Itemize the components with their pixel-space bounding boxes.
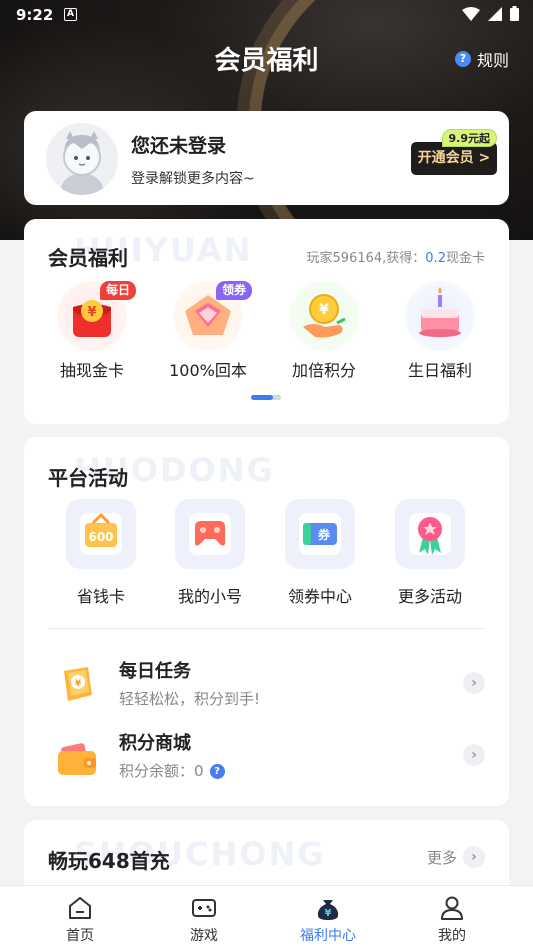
platform-item-more-activities[interactable]: 更多活动 [380,499,480,607]
benefit-tag: 每日 [99,281,136,300]
task-row-daily[interactable]: ¥ 每日任务 轻轻松松，积分到手! › [24,657,509,723]
login-subtitle: 登录解锁更多内容~ [131,171,255,187]
login-card[interactable]: 您还未登录 登录解锁更多内容~ 开通会员 > 9.9元起 [24,111,509,205]
tab-games[interactable]: 游戏 [154,886,254,949]
benefits-info: 玩家596164,获得：0.2现金卡 [307,247,485,266]
tab-welfare-center[interactable]: ¥ 福利中心 [278,886,378,949]
chevron-right-icon: › [463,846,485,868]
benefits-info-prefix: 玩家596164,获得： [306,251,426,266]
status-time: 9:22 [16,6,54,24]
gamepad-icon [175,499,245,569]
platform-card: HUODONG 平台活动 600 省钱卡 我的小号 券 领券中心 更多活动 ¥ … [24,437,509,806]
rules-label: 规则 [476,51,509,70]
more-label: 更多 [426,848,457,867]
task-row-points-mall[interactable]: 积分商城 积分余额：0? › [24,729,509,795]
benefits-info-suffix: 现金卡 [445,251,485,266]
platform-title: 平台活动 [48,466,128,490]
avatar[interactable] [46,123,118,195]
wifi-icon [462,6,480,21]
svg-text:券: 券 [317,527,331,542]
tab-label: 首页 [66,928,94,944]
platform-label: 我的小号 [177,587,242,606]
tab-label: 游戏 [190,928,218,944]
status-icons [462,6,519,21]
coin-hand-icon: ¥ [289,281,359,351]
recharge-title: 畅玩648首充 [48,849,170,873]
savings-card-icon: 600 [66,499,136,569]
svg-text:¥: ¥ [75,679,82,689]
benefit-tag: 领券 [215,281,252,300]
platform-item-coupon-center[interactable]: 券 领券中心 [270,499,370,607]
svg-text:600: 600 [88,530,113,544]
question-icon: ? [454,51,471,67]
points-balance: 积分余额：0 [119,762,204,780]
notification-a-icon: A [64,8,77,21]
benefit-item-birthday[interactable]: 生日福利 [392,281,488,381]
benefit-label: 加倍积分 [291,361,356,380]
platform-label: 更多活动 [397,587,462,606]
platform-label: 领券中心 [287,587,352,606]
carousel-indicator [251,395,281,400]
svg-text:¥: ¥ [87,305,96,320]
benefits-info-value: 0.2 [425,251,446,266]
chevron-right-icon[interactable]: › [463,744,485,766]
task-title: 每日任务 [119,661,191,682]
benefits-card: HUIYUAN 会员福利 玩家596164,获得：0.2现金卡 ¥ 每日 抽现金… [24,219,509,424]
more-button[interactable]: 更多 › [427,846,485,868]
tab-mine[interactable]: 我的 [402,886,502,949]
benefits-title: 会员福利 [48,246,128,270]
vip-price-badge: 9.9元起 [441,129,497,147]
benefit-item-double-points[interactable]: ¥ 加倍积分 [276,281,372,381]
battery-icon [510,6,519,21]
tab-label: 我的 [438,928,466,944]
gamepad-icon [190,894,218,922]
wallet-icon [54,735,100,781]
default-avatar-icon [46,123,118,195]
chevron-right-icon[interactable]: › [463,672,485,694]
divider [48,628,485,629]
page-title: 会员福利 [214,46,319,76]
login-title: 您还未登录 [131,135,227,157]
benefit-item-cash-card[interactable]: ¥ 每日 抽现金卡 [44,281,140,381]
svg-text:¥: ¥ [319,302,329,318]
rules-button[interactable]: ? 规则 [454,47,509,71]
benefit-item-full-return[interactable]: 领券 100%回本 [160,281,256,381]
platform-item-my-accounts[interactable]: 我的小号 [160,499,260,607]
badge-ribbon-icon [395,499,465,569]
benefit-label: 生日福利 [407,361,472,380]
task-subtitle: 积分余额：0? [119,760,225,781]
ticket-icon: ¥ [54,663,100,709]
money-bag-icon: ¥ [314,894,342,922]
platform-label: 省钱卡 [76,587,125,606]
coupon-icon: 券 [285,499,355,569]
question-icon[interactable]: ? [209,764,225,779]
platform-item-savings-card[interactable]: 600 省钱卡 [51,499,151,607]
signal-icon [488,6,502,21]
benefit-label: 100%回本 [169,361,247,380]
birthday-cake-icon [405,281,475,351]
tab-label: 福利中心 [300,928,356,944]
task-subtitle: 轻轻松松，积分到手! [119,690,261,708]
status-bar: 9:22 A [0,0,533,30]
carousel-dot-active [251,395,273,400]
tab-home[interactable]: 首页 [30,886,130,949]
svg-text:¥: ¥ [325,908,332,919]
benefit-label: 抽现金卡 [59,361,124,380]
bottom-tab-bar: 首页 游戏 ¥ 福利中心 我的 [0,885,533,949]
user-icon [438,894,466,922]
task-title: 积分商城 [119,733,191,754]
home-icon [66,894,94,922]
